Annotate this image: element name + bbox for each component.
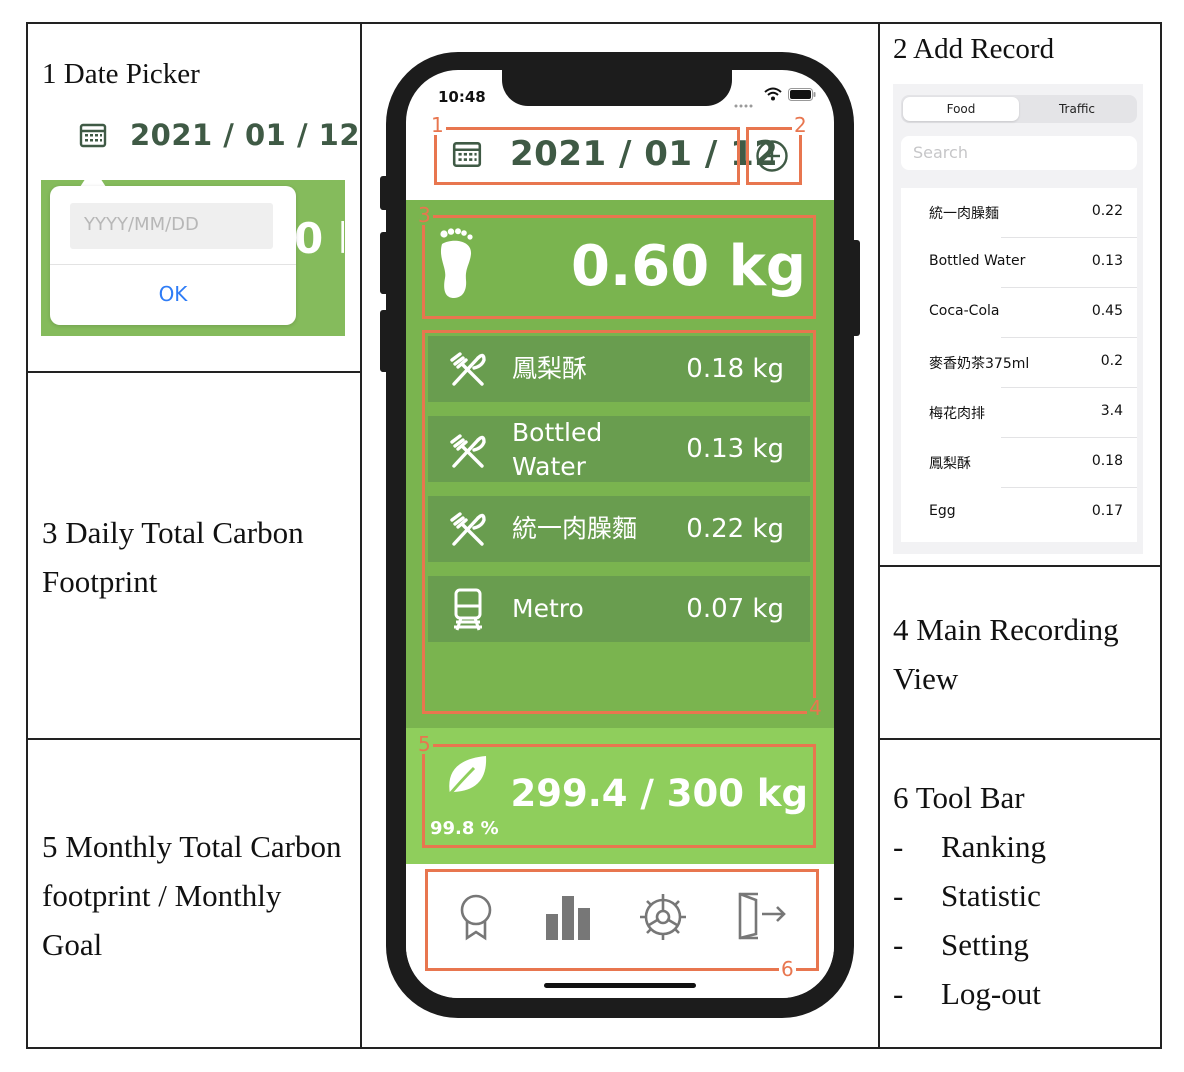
- main-recording-caption: 4 Main Recording View: [893, 612, 1119, 696]
- signal-icon: [734, 96, 758, 108]
- add-record-view: Food Traffic Search 統一肉臊麵 0.22 Bottled W…: [893, 84, 1143, 554]
- list-item[interactable]: Egg 0.17: [901, 488, 1137, 538]
- date-picker-popup: YYYY/MM/DD OK: [50, 186, 296, 325]
- ok-button[interactable]: OK: [50, 282, 296, 306]
- date-picker-caption: 1 Date Picker: [42, 58, 200, 90]
- monthly-caption: 5 Monthly Total Carbon footprint / Month…: [42, 829, 342, 962]
- home-indicator: [544, 983, 696, 988]
- annotation-number: 4: [807, 696, 824, 720]
- date-picker-date[interactable]: 2021 / 01 / 12: [130, 118, 360, 152]
- annotation-box-toolbar: [425, 869, 819, 971]
- annotation-number: 3: [416, 203, 433, 227]
- annotation-box-records: [422, 330, 816, 714]
- list-item[interactable]: Coca-Cola 0.45: [901, 288, 1137, 338]
- food-list: 統一肉臊麵 0.22 Bottled Water 0.13 Coca-Cola …: [901, 188, 1137, 542]
- search-input[interactable]: Search: [901, 136, 1137, 170]
- date-picker-calendar-icon: [78, 120, 108, 150]
- annotation-box-daily-total: [422, 215, 816, 319]
- list-item[interactable]: 梅花肉排 3.4: [901, 388, 1137, 438]
- battery-icon: [788, 88, 816, 101]
- list-item[interactable]: 統一肉臊麵 0.22: [901, 188, 1137, 238]
- tab-food[interactable]: Food: [903, 97, 1019, 121]
- annotation-number: 1: [429, 113, 446, 137]
- list-item[interactable]: 鳳梨酥 0.18: [901, 438, 1137, 488]
- list-item[interactable]: 麥香奶茶375ml 0.2: [901, 338, 1137, 388]
- add-record-caption: 2 Add Record: [893, 33, 1055, 65]
- status-time: 10:48: [438, 88, 486, 106]
- category-segmented-control: Food Traffic: [901, 95, 1137, 123]
- daily-total-caption: 3 Daily Total Carbon Footprint: [42, 515, 304, 599]
- phone-notch: [502, 70, 732, 106]
- list-item[interactable]: Bottled Water 0.13: [901, 238, 1137, 288]
- date-picker-divider: [50, 264, 296, 265]
- annotation-number: 6: [779, 957, 796, 981]
- tab-traffic[interactable]: Traffic: [1019, 97, 1135, 121]
- toolbar-list-item: - Ranking: [893, 829, 1047, 864]
- annotation-box-date: [434, 127, 740, 185]
- wifi-icon: [764, 87, 782, 101]
- toolbar-list-item: - Statistic: [893, 878, 1041, 913]
- toolbar-list-item: - Log-out: [893, 976, 1041, 1011]
- toolbar-caption: 6 Tool Bar: [893, 780, 1025, 815]
- annotation-number: 2: [792, 113, 809, 137]
- toolbar-list-item: - Setting: [893, 927, 1029, 962]
- annotation-number: 5: [416, 732, 433, 756]
- date-picker-partial-bg-text: 0 k: [294, 214, 344, 263]
- date-picker-popover-arrow: [80, 167, 106, 187]
- date-input[interactable]: YYYY/MM/DD: [70, 203, 273, 249]
- annotation-box-monthly: [422, 744, 816, 848]
